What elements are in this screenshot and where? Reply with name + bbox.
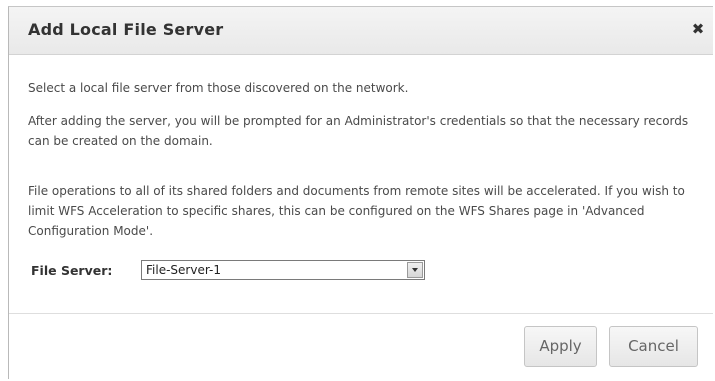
dialog-titlebar: Add Local File Server ✖	[9, 7, 713, 55]
chevron-down-icon[interactable]	[407, 262, 423, 278]
apply-button[interactable]: Apply	[524, 326, 597, 367]
description-select-server: Select a local file server from those di…	[28, 81, 409, 95]
add-local-file-server-dialog: Add Local File Server ✖ Select a local f…	[8, 6, 713, 379]
file-server-selected-value: File-Server-1	[146, 263, 221, 277]
file-server-label: File Server:	[31, 263, 113, 278]
cancel-button[interactable]: Cancel	[609, 326, 698, 367]
dialog-title: Add Local File Server	[28, 20, 224, 39]
file-server-select[interactable]: File-Server-1	[141, 260, 425, 280]
description-credentials: After adding the server, you will be pro…	[28, 114, 689, 148]
description-acceleration: File operations to all of its shared fol…	[28, 184, 685, 238]
footer-divider	[9, 313, 713, 314]
close-icon[interactable]: ✖	[689, 19, 707, 39]
